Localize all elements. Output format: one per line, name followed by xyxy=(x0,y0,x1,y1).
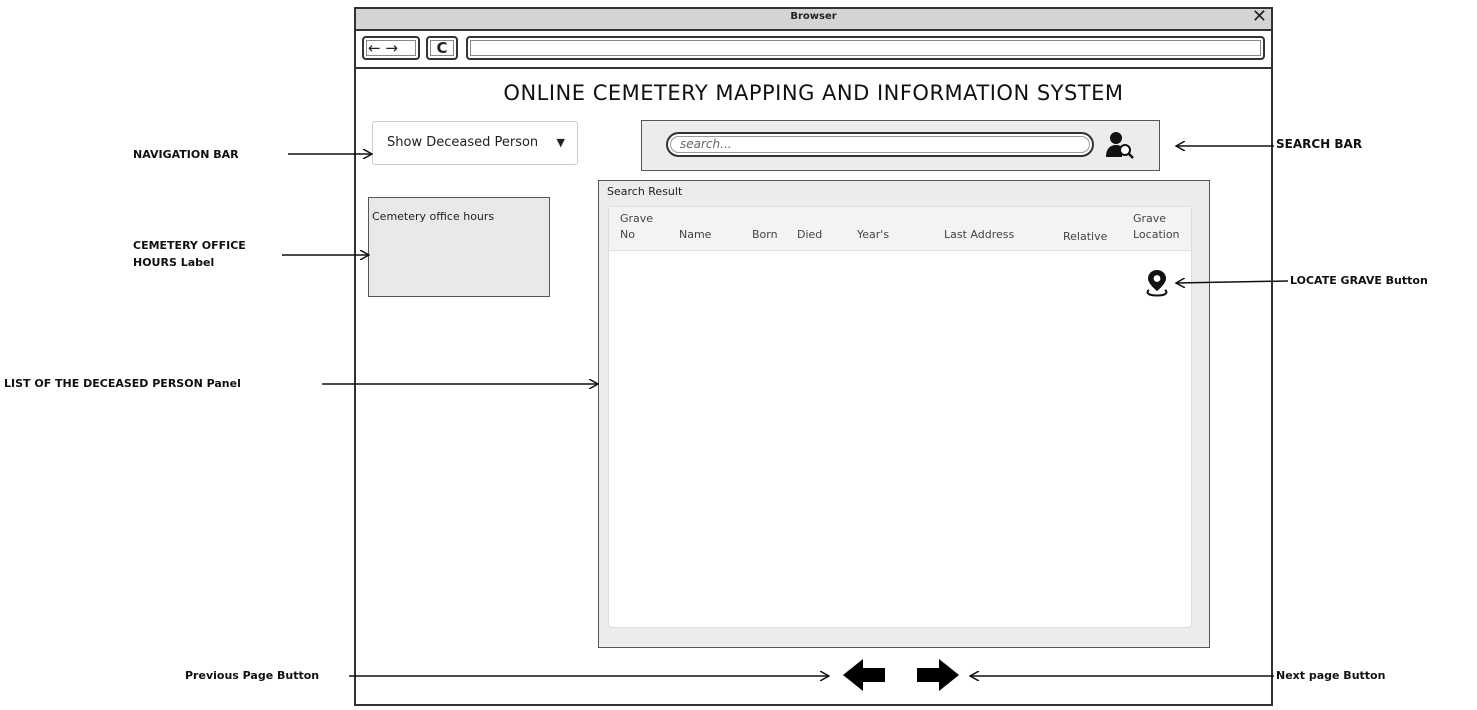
column-header: Relative xyxy=(1063,230,1108,243)
column-header-line1: Grave xyxy=(1133,212,1167,225)
column-header-line1: Grave xyxy=(620,212,654,225)
column-header: Died xyxy=(797,228,823,241)
browser-title: Browser xyxy=(790,11,837,22)
map-pin-icon[interactable] xyxy=(1144,268,1170,298)
results-table: Grave No Name Born Died Year's Last Addr… xyxy=(608,206,1192,628)
annotation-locate-button: LOCATE GRAVE Button xyxy=(1290,274,1428,287)
browser-toolbar: ← → C xyxy=(356,31,1271,69)
user-search-icon[interactable] xyxy=(1104,129,1136,161)
browser-window: Browser ✕ ← → C ONLINE CEMETERY MAPPING … xyxy=(354,7,1273,706)
page-title: ONLINE CEMETERY MAPPING AND INFORMATION … xyxy=(503,81,1124,105)
browser-titlebar: Browser ✕ xyxy=(356,7,1271,31)
navigation-dropdown[interactable]: Show Deceased Person ▼ xyxy=(372,121,578,165)
search-bar: search... xyxy=(641,120,1160,171)
annotation-list-panel: LIST OF THE DECEASED PERSON Panel xyxy=(4,377,241,390)
reload-button[interactable]: C xyxy=(426,36,458,60)
column-header: Grave Location xyxy=(1133,211,1180,243)
deceased-list-panel: Search Result Grave No Name Born Died Ye… xyxy=(598,180,1210,648)
annotation-navigation-bar: NAVIGATION BAR xyxy=(133,148,239,161)
annotation-prev-button: Previous Page Button xyxy=(185,669,320,682)
annotation-office-hours-line2: HOURS Label xyxy=(133,256,215,269)
column-header-line2: No xyxy=(620,228,635,241)
search-result-label: Search Result xyxy=(607,185,683,198)
arrow-right-icon[interactable] xyxy=(915,656,961,694)
annotation-office-hours-line1: CEMETERY OFFICE xyxy=(133,239,246,252)
column-header-line2: Location xyxy=(1133,228,1180,241)
column-header: Last Address xyxy=(944,228,1015,241)
column-header: Born xyxy=(752,228,778,241)
table-header: Grave No Name Born Died Year's Last Addr… xyxy=(609,207,1191,251)
annotation-office-hours: CEMETERY OFFICE HOURS Label xyxy=(133,237,246,271)
arrow-left-icon[interactable] xyxy=(841,656,887,694)
annotation-next-button: Next page Button xyxy=(1276,669,1386,682)
chevron-down-icon: ▼ xyxy=(556,136,565,149)
navigation-dropdown-value: Show Deceased Person xyxy=(387,135,539,150)
column-header: Grave No xyxy=(620,211,653,243)
annotation-search-bar: SEARCH BAR xyxy=(1276,137,1363,151)
close-icon[interactable]: ✕ xyxy=(1252,7,1267,27)
column-header: Year's xyxy=(857,228,890,241)
column-header: Name xyxy=(679,228,712,241)
back-forward-buttons[interactable]: ← → xyxy=(362,36,420,60)
office-hours-label: Cemetery office hours xyxy=(368,197,550,297)
search-input[interactable]: search... xyxy=(666,132,1094,157)
address-bar[interactable] xyxy=(466,36,1265,60)
